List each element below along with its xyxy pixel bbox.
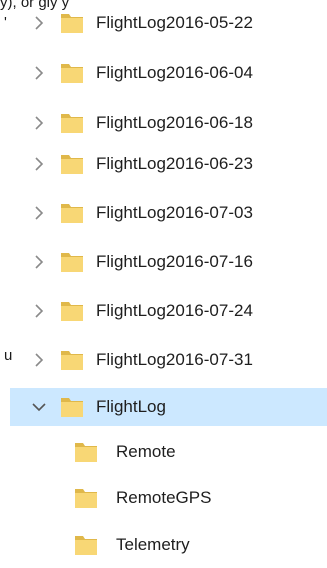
tree-item-flightlog-2016-06-04[interactable]: FlightLog2016-06-04 xyxy=(10,54,327,92)
folder-icon xyxy=(61,398,83,417)
tree-item-label: FlightLog2016-07-31 xyxy=(96,350,253,369)
tree-item-label: FlightLog2016-06-04 xyxy=(96,63,253,82)
tree-item-flightlog-2016-07-03[interactable]: FlightLog2016-07-03 xyxy=(10,194,327,232)
tree-item-flightlog-2016-06-18[interactable]: FlightLog2016-06-18 xyxy=(10,104,327,142)
tree-item-flightlog-2016-05-22[interactable]: FlightLog2016-05-22 xyxy=(10,4,327,42)
folder-icon xyxy=(61,302,83,321)
folder-icon xyxy=(61,253,83,272)
chevron-right-icon[interactable] xyxy=(30,14,48,32)
folder-icon xyxy=(61,155,83,174)
folder-icon xyxy=(61,64,83,83)
folder-icon xyxy=(61,14,83,33)
tree-item-flightlog-2016-07-31[interactable]: FlightLog2016-07-31 xyxy=(10,341,327,379)
folder-icon xyxy=(61,114,83,133)
folder-icon xyxy=(75,536,97,555)
tree-item-label: Remote xyxy=(116,442,176,461)
tree-item-label: Telemetry xyxy=(116,535,190,554)
tree-item-remotegps[interactable]: RemoteGPS xyxy=(10,479,327,517)
tree-item-label: FlightLog2016-07-16 xyxy=(96,252,253,271)
chevron-right-icon[interactable] xyxy=(30,253,48,271)
tree-item-remote[interactable]: Remote xyxy=(10,433,327,471)
tree-item-flightlog[interactable]: FlightLog xyxy=(10,388,327,426)
background-text-fragment: ' xyxy=(4,14,7,31)
tree-item-label: FlightLog2016-07-03 xyxy=(96,203,253,222)
chevron-right-icon[interactable] xyxy=(30,114,48,132)
chevron-right-icon[interactable] xyxy=(30,302,48,320)
chevron-right-icon[interactable] xyxy=(30,351,48,369)
chevron-right-icon[interactable] xyxy=(30,155,48,173)
tree-item-label: RemoteGPS xyxy=(116,488,212,507)
folder-icon xyxy=(75,489,97,508)
tree-item-label: FlightLog2016-06-23 xyxy=(96,154,253,173)
tree-item-flightlog-2016-07-24[interactable]: FlightLog2016-07-24 xyxy=(10,292,327,330)
tree-item-flightlog-2016-07-16[interactable]: FlightLog2016-07-16 xyxy=(10,243,327,281)
chevron-down-icon[interactable] xyxy=(30,398,48,416)
tree-item-label: FlightLog2016-07-24 xyxy=(96,301,253,320)
tree-item-telemetry[interactable]: Telemetry xyxy=(10,526,327,564)
chevron-right-icon[interactable] xyxy=(30,64,48,82)
folder-icon xyxy=(75,443,97,462)
tree-item-flightlog-2016-06-23[interactable]: FlightLog2016-06-23 xyxy=(10,145,327,183)
file-tree-screenshot: y), or gly y ' u FlightLog2016-05-22 Fli… xyxy=(0,0,327,568)
tree-item-label: FlightLog xyxy=(96,397,166,416)
folder-icon xyxy=(61,351,83,370)
chevron-right-icon[interactable] xyxy=(30,204,48,222)
folder-icon xyxy=(61,204,83,223)
tree-item-label: FlightLog2016-06-18 xyxy=(96,113,253,132)
tree-item-label: FlightLog2016-05-22 xyxy=(96,13,253,32)
